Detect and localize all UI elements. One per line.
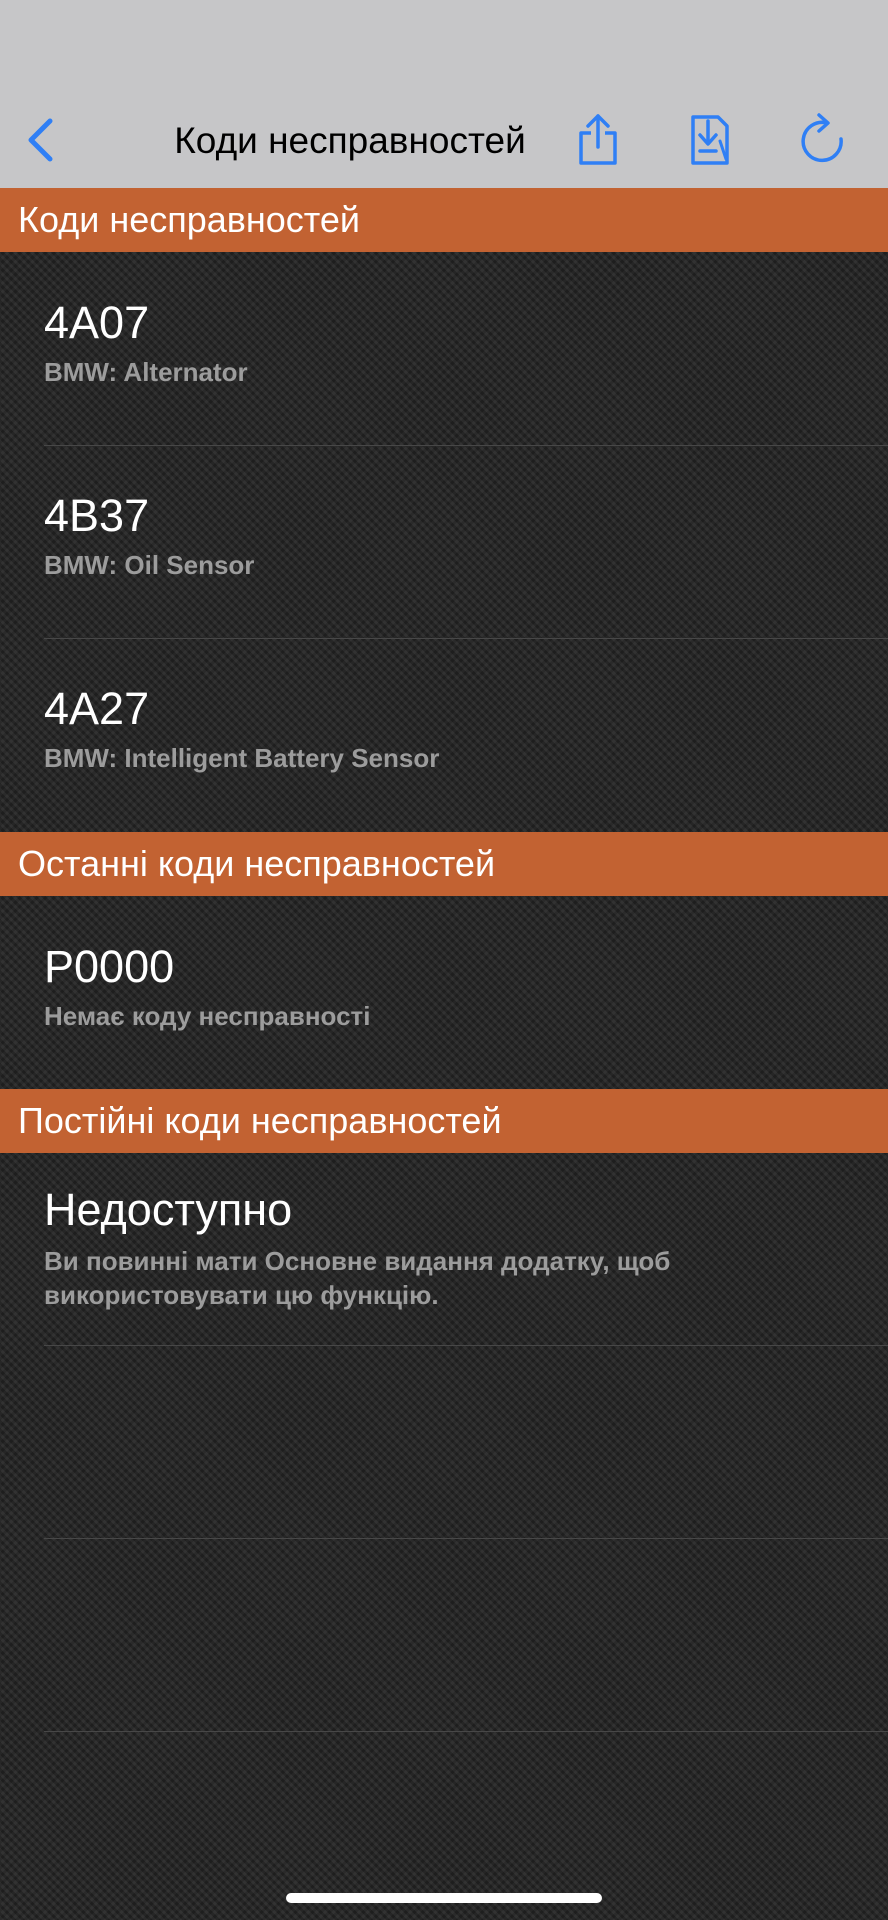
dtc-description: BMW: Oil Sensor <box>44 550 255 580</box>
section-header-current-codes: Коди несправностей <box>0 188 888 252</box>
navigation-bar: Коди несправностей <box>0 0 888 188</box>
dtc-code: P0000 <box>44 941 175 992</box>
empty-list-row <box>0 1539 888 1731</box>
section-header-permanent-codes: Постійні коди несправностей <box>0 1089 888 1153</box>
dtc-description: BMW: Alternator <box>44 357 248 387</box>
back-button[interactable] <box>14 110 66 170</box>
share-icon <box>579 114 617 165</box>
list-item[interactable]: P0000 Немає коду несправності <box>0 897 888 1089</box>
refresh-button[interactable] <box>792 108 852 172</box>
dtc-code: Недоступно <box>44 1184 293 1235</box>
dtc-code: 4B37 <box>44 490 150 541</box>
row-divider <box>44 1731 888 1732</box>
dtc-description: Ви повинні мати Основне видання додатку,… <box>44 1246 671 1310</box>
share-button[interactable] <box>568 108 628 172</box>
dtc-description: Немає коду несправності <box>44 1001 371 1031</box>
dtc-code: 4A27 <box>44 683 150 734</box>
empty-list-row <box>0 1346 888 1538</box>
dtc-code: 4A07 <box>44 297 150 348</box>
list-item[interactable]: 4A27 BMW: Intelligent Battery Sensor <box>0 639 888 831</box>
list-item[interactable]: 4A07 BMW: Alternator <box>0 253 888 445</box>
save-document-icon <box>691 115 729 165</box>
save-button[interactable] <box>680 108 740 172</box>
list-item[interactable]: Недоступно Ви повинні мати Основне видан… <box>0 1154 888 1346</box>
dtc-description: BMW: Intelligent Battery Sensor <box>44 743 440 773</box>
page-title: Коди несправностей <box>174 120 526 161</box>
chevron-left-icon <box>28 118 53 162</box>
home-indicator[interactable] <box>286 1893 602 1903</box>
refresh-icon <box>801 113 843 163</box>
section-header-recent-codes: Останні коди несправностей <box>0 832 888 896</box>
list-item[interactable]: 4B37 BMW: Oil Sensor <box>0 446 888 638</box>
